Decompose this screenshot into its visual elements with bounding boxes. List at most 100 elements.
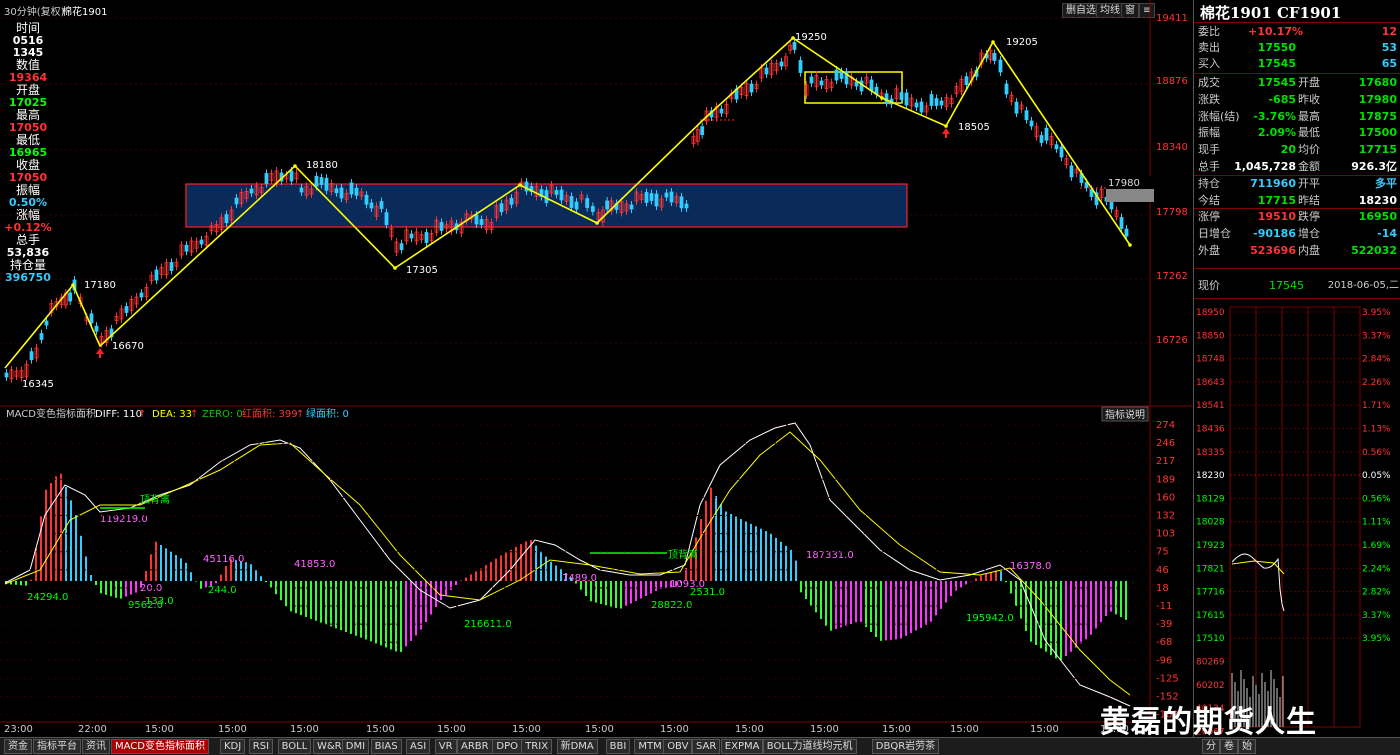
quote-row: 涨跌 -685 昨收 17980 <box>1198 92 1397 106</box>
panel-tab[interactable]: 卷 <box>1220 739 1238 754</box>
price-tick: 16726 <box>1156 335 1188 346</box>
candle-body <box>834 69 839 81</box>
trend-pivot <box>944 124 948 128</box>
indicator-tab[interactable]: BOLL力道线均元机 <box>762 739 857 754</box>
mini-price-tick: 18436 <box>1196 425 1225 435</box>
indicator-tab[interactable]: BOLL <box>277 739 312 754</box>
candle-body <box>1004 83 1009 95</box>
indicator-tab[interactable]: BBI <box>605 739 631 754</box>
candle-body <box>499 203 504 213</box>
candle-body <box>939 100 944 106</box>
macd-tick: 246 <box>1156 438 1175 449</box>
candle-body <box>1039 135 1044 143</box>
indicator-tab[interactable]: DPO <box>492 739 522 754</box>
candle-body <box>364 194 369 205</box>
indicator-tab[interactable]: ASI <box>406 739 431 754</box>
macd-annotation: 顶背离 <box>140 493 170 506</box>
macd-histogram <box>5 473 1127 661</box>
macd-annotation: 244.0 <box>208 585 237 596</box>
mini-pct-tick: 1.69% <box>1362 541 1391 551</box>
time-tick: 15:00 <box>585 724 614 735</box>
mini-price-tick: 18028 <box>1196 518 1225 528</box>
indicator-tab[interactable]: 资讯 <box>82 739 110 754</box>
macd-tick: 160 <box>1156 492 1175 503</box>
candle-body <box>629 204 634 210</box>
trend-pivot <box>1128 243 1132 247</box>
candle-body <box>1059 146 1064 158</box>
info-label: 最低 <box>15 133 40 147</box>
candle-body <box>992 53 997 61</box>
mini-price-tick: 17923 <box>1196 541 1225 551</box>
candle-body <box>998 59 1003 73</box>
candle-body <box>349 182 354 195</box>
candle-body <box>649 193 654 201</box>
quote-row: 成交 17545 开盘 17680 <box>1198 76 1397 89</box>
candle-body <box>779 61 784 67</box>
candle-body <box>68 292 73 302</box>
candle-body <box>574 201 579 210</box>
info-label: 时间 <box>15 21 40 35</box>
candle-body <box>1124 228 1129 237</box>
price-label-17180: 17180 <box>84 280 116 291</box>
quote-row: 日增仓 -90186 增仓 -14 <box>1198 227 1397 241</box>
time-tick: 15:00 <box>218 724 247 735</box>
mini-pct-tick: 3.37% <box>1362 611 1391 621</box>
indicator-tab[interactable]: MTM <box>634 739 666 754</box>
trend-pivot <box>991 40 995 44</box>
indicator-tab[interactable]: DBQR岩劳茶 <box>871 739 940 754</box>
indicator-tab[interactable]: TRIX <box>521 739 553 754</box>
mini-price-tick: 60202 <box>1196 681 1225 691</box>
macd-tick: -125 <box>1156 673 1179 684</box>
info-label: 总手 <box>15 233 40 247</box>
candle-body <box>654 193 659 207</box>
indicator-tab[interactable]: BIAS <box>370 739 402 754</box>
quote-row: 现手 20 均价 17715 <box>1198 143 1397 157</box>
info-value: 396750 <box>5 271 51 284</box>
candle-body <box>124 306 129 313</box>
price-tick: 17262 <box>1156 271 1188 282</box>
indicator-tab[interactable]: VR <box>434 739 457 754</box>
candle-body <box>544 190 549 203</box>
macd-annotation: 119219.0 <box>100 514 148 525</box>
candle-body <box>605 200 610 210</box>
price-tick: 18876 <box>1156 76 1188 87</box>
indicator-tab[interactable]: SAR <box>692 739 721 754</box>
mini-pct-tick: 0.56% <box>1362 494 1391 504</box>
candle-body <box>439 222 444 231</box>
candle-body <box>700 126 705 136</box>
indicator-tab[interactable]: MACD变色指标面积 <box>111 739 209 754</box>
candle-body <box>1069 165 1074 178</box>
time-tick: 15:00 <box>950 724 979 735</box>
trend-pivot <box>71 283 75 287</box>
indicator-tab[interactable]: W&R <box>313 739 346 754</box>
panel-tab[interactable]: 分 <box>1202 739 1220 754</box>
indicator-tab[interactable]: KDJ <box>220 739 246 754</box>
mini-price-tick: 17821 <box>1196 564 1225 574</box>
indicator-tab[interactable]: 指标平台 <box>33 739 81 754</box>
chart-grid <box>0 0 1151 737</box>
candle-body <box>354 187 359 196</box>
indicator-tab[interactable]: EXPMA <box>720 739 764 754</box>
mini-pct-tick: 3.37% <box>1362 331 1391 341</box>
trend-pivot <box>293 164 297 168</box>
candle-body <box>644 192 649 203</box>
macd-annotation: 41853.0 <box>294 559 335 570</box>
candle-body <box>479 219 484 225</box>
indicator-tab[interactable]: DMI <box>341 739 370 754</box>
indicator-tab[interactable]: ARBR <box>457 739 493 754</box>
candle-body <box>792 42 797 50</box>
indicator-tab[interactable]: 资金 <box>4 739 32 754</box>
mini-pct-tick: 1.11% <box>1362 518 1391 528</box>
candle-body <box>1054 144 1059 150</box>
quote-row: 涨停 19510 跌停 16950 <box>1198 210 1397 224</box>
price-tick: 19411 <box>1156 13 1188 24</box>
quote-row: 持仓 711960 开平 多平 <box>1198 176 1397 190</box>
indicator-tab[interactable]: OBV <box>663 739 693 754</box>
price-chart[interactable]: 19250 19205 18505 18180 17305 17180 1667… <box>0 0 1193 737</box>
indicator-tab[interactable]: RSI <box>248 739 274 754</box>
panel-tab[interactable]: 始 <box>1238 739 1256 754</box>
info-label: 持仓量 <box>9 258 46 272</box>
intraday-mini-chart[interactable]: 18950 18850 18748 18643 18541 18436 18335 18230… <box>1194 299 1400 737</box>
indicator-tab[interactable]: 新DMA <box>556 739 598 754</box>
candle-body <box>334 188 339 194</box>
